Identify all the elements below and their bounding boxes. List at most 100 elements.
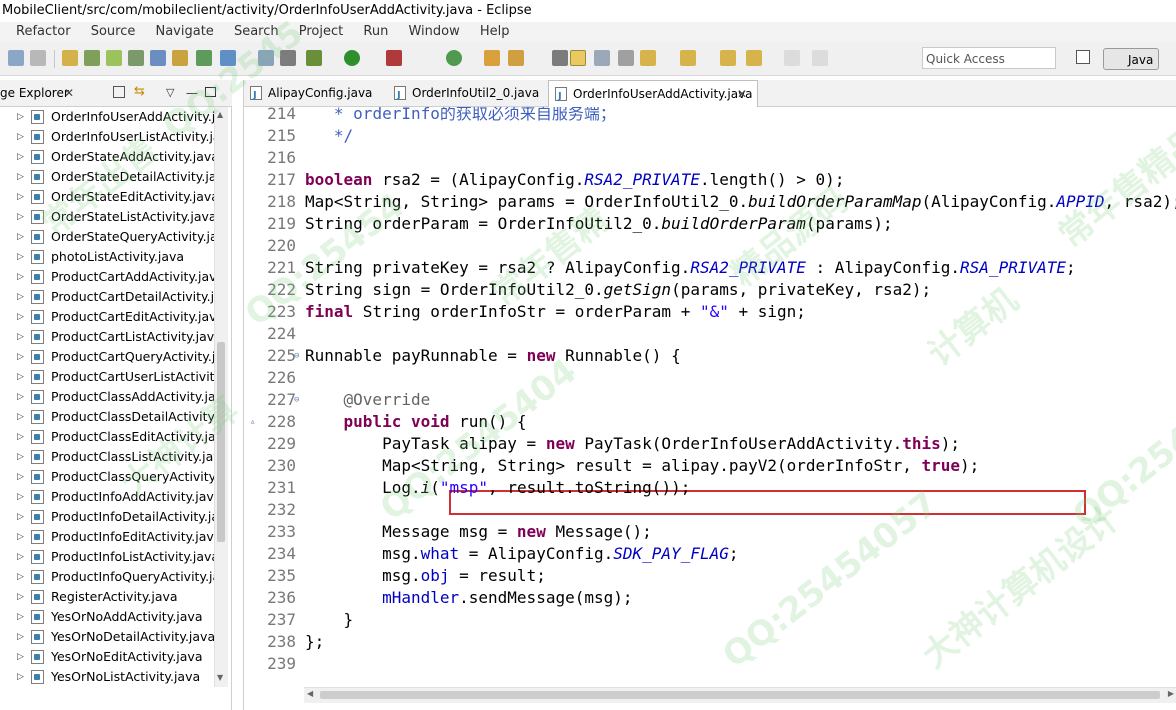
tree-item[interactable]: ▷ YesOrNoAddActivity.java [0,607,214,627]
code-line[interactable]: 234 msg.what = AlipayConfig.SDK_PAY_FLAG… [244,543,1176,565]
menu-run[interactable]: Run [363,22,388,42]
expand-arrow-icon[interactable]: ▷ [17,267,24,287]
expand-arrow-icon[interactable]: ▷ [17,107,24,127]
package-explorer-tab[interactable]: ge Explorer ✕ ⇆ ▽ — [0,80,232,107]
expand-arrow-icon[interactable]: ▷ [17,487,24,507]
tree-item[interactable]: ▷ ProductCartEditActivity.java [0,307,214,327]
save-icon[interactable] [8,50,24,66]
tree-item[interactable]: ▷ ProductClassQueryActivity.ja [0,467,214,487]
code-line[interactable]: 233 Message msg = new Message(); [244,521,1176,543]
search-icon[interactable] [552,50,568,66]
tree-item[interactable]: ▷ OrderStateListActivity.java [0,207,214,227]
tree-item[interactable]: ▷ ProductClassDetailActivity.ja [0,407,214,427]
minimize-icon[interactable]: — [186,80,198,106]
code-line[interactable]: 219 String orderParam = OrderInfoUtil2_0.… [244,213,1176,235]
code-area[interactable]: 214 * orderInfo的获取必须来自服务端； 215 */216 217 bo… [244,107,1176,687]
tree-item[interactable]: ▷ OrderStateAddActivity.java [0,147,214,167]
expand-arrow-icon[interactable]: ▷ [17,147,24,167]
tree-item[interactable]: ▷ ProductClassListActivity.java [0,447,214,467]
code-line[interactable]: 221 String privateKey = rsa2 ? AlipayConf… [244,257,1176,279]
code-line[interactable]: 216 [244,147,1176,169]
tree-item[interactable]: ▷ RegisterActivity.java [0,587,214,607]
tree-item[interactable]: ▷ OrderStateEditActivity.java [0,187,214,207]
scroll-right-icon[interactable]: ▶ [1168,689,1174,698]
code-line[interactable]: 237 } [244,609,1176,631]
tree-item[interactable]: ▷ ProductInfoDetailActivity.jav [0,507,214,527]
tree-item[interactable]: ▷ ProductClassAddActivity.jav [0,387,214,407]
menu-refactor[interactable]: Refactor [16,22,71,42]
avd-manager-icon[interactable] [128,50,144,66]
expand-arrow-icon[interactable]: ▷ [17,447,24,467]
tree-item[interactable]: ▷ ProductInfoAddActivity.java [0,487,214,507]
view-menu-icon[interactable]: ▽ [166,80,174,106]
code-line[interactable]: 224 [244,323,1176,345]
next-annotation-icon[interactable] [640,50,656,66]
tree-item[interactable]: ▷ ProductInfoListActivity.java [0,547,214,567]
expand-arrow-icon[interactable]: ▷ [17,647,24,667]
checklist-icon[interactable] [220,50,236,66]
tree-item[interactable]: ▷ ProductCartAddActivity.java [0,267,214,287]
maximize-icon[interactable] [205,87,216,97]
menu-project[interactable]: Project [299,22,343,42]
tree-item[interactable]: ▷ OrderInfoUserAddActivity.ja [0,107,214,127]
code-line[interactable]: 217 boolean rsa2 = (AlipayConfig.RSA2_PRI… [244,169,1176,191]
expand-arrow-icon[interactable]: ▷ [17,167,24,187]
tree-item[interactable]: ▷ YesOrNoDetailActivity.java [0,627,214,647]
open-perspective-icon[interactable] [1076,50,1090,64]
expand-arrow-icon[interactable]: ▷ [17,227,24,247]
lint-icon[interactable] [150,50,166,66]
tree-item[interactable]: ▷ ProductInfoQueryActivity.jav [0,567,214,587]
expand-arrow-icon[interactable]: ▷ [17,307,24,327]
expand-arrow-icon[interactable]: ▷ [17,587,24,607]
tree-item[interactable]: ▷ YesOrNoListActivity.java [0,667,214,687]
run-icon[interactable] [344,50,360,66]
tree-item[interactable]: ▷ OrderInfoUserListActivity.ja [0,127,214,147]
tree-item[interactable]: ▷ ProductInfoEditActivity.java [0,527,214,547]
tree-item[interactable]: ▷ ProductCartQueryActivity.ja [0,347,214,367]
code-line[interactable]: 222 String sign = OrderInfoUtil2_0.getSig… [244,279,1176,301]
tree-item[interactable]: ▷ photoListActivity.java [0,247,214,267]
new-java-class-icon[interactable] [484,50,500,66]
tab-order-info-user-add[interactable]: OrderInfoUserAddActivity.java ✕ [548,80,758,110]
android-sdk-icon[interactable] [106,50,122,66]
scroll-left-icon[interactable]: ◀ [307,689,313,698]
fold-icon[interactable]: ⊖ [294,389,299,411]
server-icon[interactable] [84,50,100,66]
close-tab-icon[interactable]: ✕ [737,81,747,107]
code-line[interactable]: 235 msg.obj = result; [244,565,1176,587]
close-icon[interactable]: ✕ [64,80,74,106]
code-line[interactable]: 220 [244,235,1176,257]
open-type-icon[interactable] [62,50,78,66]
new-project-icon[interactable] [196,50,212,66]
task-icon[interactable] [172,50,188,66]
expand-arrow-icon[interactable]: ▷ [17,247,24,267]
expand-arrow-icon[interactable]: ▷ [17,467,24,487]
code-line[interactable]: ▵ 228 public void run() { [244,411,1176,433]
editor-horizontal-scrollbar[interactable]: ◀ ▶ [304,687,1176,703]
expand-arrow-icon[interactable]: ▷ [17,667,24,687]
code-line[interactable]: 230 Map<String, String> result = alipay.… [244,455,1176,477]
tree-item[interactable]: ▷ OrderStateDetailActivity.java [0,167,214,187]
scrollbar-thumb[interactable] [217,342,225,542]
tree-item[interactable]: ▷ ProductClassEditActivity.java [0,427,214,447]
coverage-icon[interactable] [446,50,462,66]
back-icon[interactable] [720,50,736,66]
run-external-icon[interactable] [386,50,402,66]
expand-arrow-icon[interactable]: ▷ [17,627,24,647]
expand-arrow-icon[interactable]: ▷ [17,367,24,387]
tab-order-info-util[interactable]: OrderInfoUtil2_0.java [388,80,542,109]
code-line[interactable]: 229 PayTask alipay = new PayTask(OrderIn… [244,433,1176,455]
debug-icon[interactable] [306,50,322,66]
expand-arrow-icon[interactable]: ▷ [17,547,24,567]
print-icon[interactable] [30,50,46,66]
code-line[interactable]: 226 [244,367,1176,389]
tab-alipay-config[interactable]: AlipayConfig.java [244,80,384,109]
menu-search[interactable]: Search [234,22,279,42]
prev-annotation-icon[interactable] [680,50,696,66]
scrollbar-thumb[interactable] [320,691,1160,699]
open-type-hierarchy-icon[interactable] [508,50,524,66]
new-file-icon[interactable] [258,50,274,66]
collapse-all-icon[interactable] [113,86,125,98]
expand-arrow-icon[interactable]: ▷ [17,427,24,447]
expand-arrow-icon[interactable]: ▷ [17,187,24,207]
